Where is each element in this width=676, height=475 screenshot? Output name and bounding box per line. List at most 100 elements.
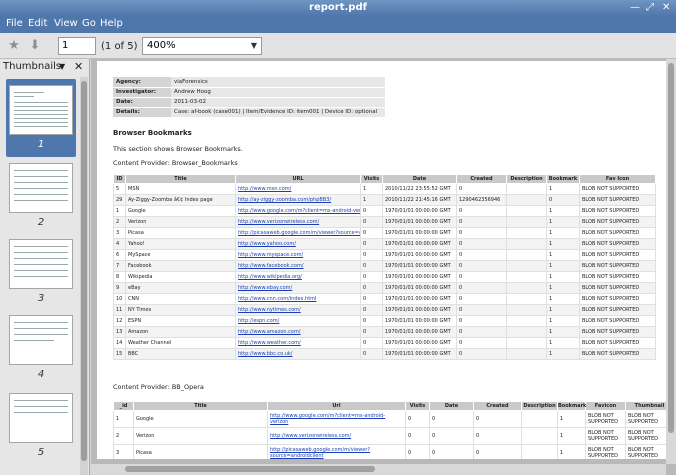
url-link[interactable]: http://www.cnn.com/index.html (235, 293, 361, 305)
menu-go[interactable]: Go (82, 18, 96, 29)
url-link[interactable]: http://www.verizonwireless.com/ (235, 216, 361, 228)
title-bar: report.pdf — ⤢ ✕ (0, 0, 676, 17)
menu-edit[interactable]: Edit (28, 18, 47, 29)
table-cell: BLOB NOT SUPPORTED (585, 427, 626, 445)
thumbnail-page-1[interactable]: 1 (6, 79, 76, 157)
zoom-select[interactable]: 400% ▼ (142, 37, 262, 55)
table-cell: 15 (113, 348, 126, 360)
chevron-down-icon: ▼ (250, 41, 257, 50)
thumbnail-page-4[interactable]: 4 (6, 309, 76, 387)
horizontal-scroll-thumb[interactable] (125, 466, 375, 472)
url-link[interactable]: http://www.google.com/m?client=ms-androi… (235, 205, 361, 217)
table-cell: MySpace (125, 249, 236, 261)
close-window-icon[interactable]: ✕ (662, 2, 670, 14)
table-cell: 1 (113, 410, 134, 428)
table-cell: 10 (113, 293, 126, 305)
url-link[interactable]: http://ay-ziggy-zoomba.com/phpBB3/ (235, 194, 361, 206)
url-link[interactable]: http://www.google.com/m?client=ms-androi… (267, 410, 406, 428)
table-cell: MSN (125, 183, 236, 195)
table-cell: 1970/01/01 00:00:00 GMT (382, 249, 457, 261)
document-horizontal-scrollbar[interactable] (91, 464, 666, 475)
table-row: 3 Picasa http://picasaweb.google.com/m/vie… (113, 227, 656, 239)
table-cell: 0 (456, 271, 507, 283)
table-cell: 1290462356946 (456, 194, 507, 206)
table-cell: 1 (557, 410, 586, 428)
column-header: Created (473, 401, 522, 411)
table-cell: 12 (113, 315, 126, 327)
minimize-icon[interactable]: — (630, 2, 640, 14)
url-link[interactable]: http://www.bbc.co.uk/ (235, 348, 361, 360)
table-cell: 0 (429, 444, 474, 459)
table-cell: 1970/01/01 00:00:00 GMT (382, 282, 457, 294)
table-cell: 0 (429, 410, 474, 428)
vertical-scroll-thumb[interactable] (668, 63, 674, 433)
table-row: 12 ESPN http://espn.com/0 1970/01/01 00:00:… (113, 315, 656, 327)
table-cell (506, 249, 547, 261)
previous-page-icon[interactable]: ★ (5, 37, 23, 55)
url-link[interactable]: http://www.wikipedia.org/ (235, 271, 361, 283)
sidebar-header: Thumbnails ▼ ✕ (0, 59, 89, 75)
maximize-icon[interactable]: ⤢ (646, 2, 654, 14)
next-page-icon[interactable]: ⬇ (26, 37, 44, 55)
url-link[interactable]: http://www.facebook.com/ (235, 260, 361, 272)
table-cell: 1 (546, 205, 580, 217)
table-cell: 1 (546, 282, 580, 294)
table-cell: 0 (429, 427, 474, 445)
menu-file[interactable]: File (6, 18, 23, 29)
url-link[interactable]: http://www.amazon.com/ (235, 326, 361, 338)
table-cell (521, 444, 558, 459)
thumbnail-page-5[interactable]: 5 (6, 387, 76, 465)
url-link[interactable]: http://espn.com/ (235, 315, 361, 327)
menu-view[interactable]: View (54, 18, 78, 29)
url-link[interactable]: http://picasaweb.google.com/m/viewer?sou… (267, 444, 406, 459)
metadata-row: Details: Case: af-book (case001) | Item/E… (113, 107, 385, 118)
zoom-value: 400% (147, 40, 176, 51)
page-number-input[interactable]: 1 (58, 37, 96, 55)
table-cell: 0 (360, 282, 383, 294)
pdf-page: Agency: viaForensics Investigator: Andrew H… (97, 61, 667, 459)
table-cell (506, 260, 547, 272)
table-cell: BLOB NOT SUPPORTED (579, 194, 656, 206)
url-link[interactable]: http://www.ebay.com/ (235, 282, 361, 294)
url-link[interactable]: http://www.yahoo.com/ (235, 238, 361, 250)
table-cell: 0 (456, 337, 507, 349)
table-row: 1 Google http://www.google.com/m?client=ms… (113, 205, 656, 217)
table-cell: 0 (473, 444, 522, 459)
table-cell (506, 227, 547, 239)
table-cell: 1970/01/01 00:00:00 GMT (382, 304, 457, 316)
sidebar-scroll-thumb[interactable] (81, 81, 87, 461)
document-vertical-scrollbar[interactable] (666, 59, 676, 464)
sidebar-mode-dropdown-icon[interactable]: ▼ (59, 62, 65, 71)
url-link[interactable]: http://www.nytimes.com/ (235, 304, 361, 316)
table-row: 10 CNN http://www.cnn.com/index.html 0 1970/… (113, 293, 656, 305)
url-link[interactable]: http://picasaweb.google.com/m/viewer?sou… (235, 227, 361, 239)
table-cell: 1970/01/01 00:00:00 GMT (382, 271, 457, 283)
table-cell: 2010/11/22 21:45:16 GMT (382, 194, 457, 206)
table-cell: BLOB NOT SUPPORTED (579, 238, 656, 250)
close-sidebar-icon[interactable]: ✕ (74, 60, 83, 73)
sidebar-scrollbar[interactable] (80, 77, 88, 475)
table-cell (506, 183, 547, 195)
url-link[interactable]: http://www.weather.com/ (235, 337, 361, 349)
url-link[interactable]: http://www.verizonwireless.com/ (267, 427, 406, 445)
table-row: 29 Ay-Ziggy-Zoomba â€¢ Index page http://a… (113, 194, 656, 206)
thumbnail-page-3[interactable]: 3 (6, 233, 76, 311)
table-cell (506, 304, 547, 316)
url-link[interactable]: http://www.msn.com/ (235, 183, 361, 195)
table-cell: Yahoo! (125, 238, 236, 250)
metadata-value: Case: af-book (case001) | Item/Evidence … (171, 107, 385, 118)
url-link[interactable]: http://www.myspace.com/ (235, 249, 361, 261)
table-cell (506, 271, 547, 283)
table-cell: 0 (456, 282, 507, 294)
table-cell: 1 (113, 205, 126, 217)
table-cell (506, 293, 547, 305)
menu-help[interactable]: Help (100, 18, 123, 29)
column-header: Bookmark (546, 174, 580, 184)
thumbnail-page-2[interactable]: 2 (6, 157, 76, 235)
thumbnail-number: 5 (37, 447, 45, 458)
table-cell: BLOB NOT SUPPORTED (579, 282, 656, 294)
table-cell: 11 (113, 304, 126, 316)
thumbnails-sidebar: Thumbnails ▼ ✕ 1 2 3 4 5 (0, 59, 90, 475)
table-cell: Weather Channel (125, 337, 236, 349)
table-cell: 0 (405, 427, 430, 445)
